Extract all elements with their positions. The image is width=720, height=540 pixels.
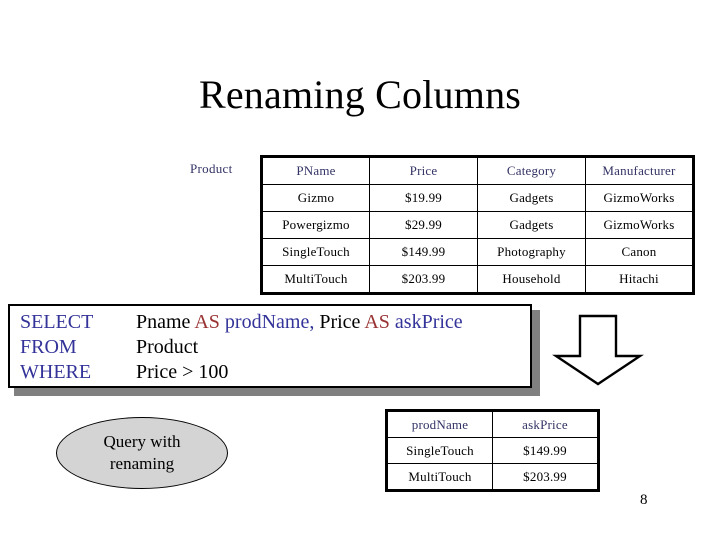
cell-category: Gadgets [477, 184, 586, 212]
cell-price: $19.99 [369, 184, 478, 212]
cell-manufacturer: GizmoWorks [585, 184, 694, 212]
table-row: SingleTouch $149.99 [386, 437, 599, 464]
cell-category: Gadgets [477, 211, 586, 239]
cell-price: $203.99 [369, 265, 478, 294]
table-row: Powergizmo $29.99 Gadgets GizmoWorks [261, 211, 694, 239]
column-header-pname: PName [261, 156, 370, 185]
table-row: MultiTouch $203.99 Household Hitachi [261, 265, 694, 294]
product-relation-label: Product [190, 161, 233, 176]
column-header-askprice: askPrice [492, 410, 599, 438]
cell-askprice: $203.99 [492, 463, 599, 491]
callout-line-2: renaming [109, 454, 175, 473]
table-row: MultiTouch $203.99 [386, 463, 599, 491]
sql-column-price: Price [319, 311, 361, 333]
table-header-row: prodName askPrice [386, 410, 599, 438]
sql-keyword-as-1: AS [194, 311, 220, 333]
sql-line-where: WHERE Price > 100 [20, 360, 463, 385]
sql-alias-prodname: prodName, [224, 311, 315, 333]
cell-pname: MultiTouch [261, 265, 370, 294]
cell-manufacturer: GizmoWorks [585, 211, 694, 239]
column-header-price: Price [369, 156, 478, 185]
column-header-category: Category [477, 156, 586, 185]
sql-query-text: SELECT Pname AS prodName, Price AS askPri… [20, 310, 463, 385]
cell-prodname: MultiTouch [386, 463, 493, 491]
cell-manufacturer: Canon [585, 238, 694, 266]
cell-price: $149.99 [369, 238, 478, 266]
sql-keyword-where: WHERE [20, 361, 92, 383]
cell-prodname: SingleTouch [386, 437, 493, 464]
cell-pname: Gizmo [261, 184, 370, 212]
callout-line-1: Query with [103, 432, 181, 451]
column-header-prodname: prodName [386, 410, 493, 438]
sql-column-pname: Pname [136, 311, 191, 333]
column-header-manufacturer: Manufacturer [585, 156, 694, 185]
sql-condition: Price > 100 [136, 361, 229, 383]
query-callout-ellipse: Query with renaming [56, 417, 228, 489]
page-title: Renaming Columns [198, 72, 522, 117]
cell-manufacturer: Hitachi [585, 265, 694, 294]
sql-line-from: FROM Product [20, 335, 463, 360]
table-row: SingleTouch $149.99 Photography Canon [261, 238, 694, 266]
down-arrow-icon [552, 314, 644, 386]
cell-price: $29.99 [369, 211, 478, 239]
sql-keyword-as-2: AS [364, 311, 390, 333]
sql-query-box: SELECT Pname AS prodName, Price AS askPri… [8, 304, 532, 388]
sql-table-product: Product [136, 336, 199, 358]
sql-alias-askprice: askPrice [394, 311, 463, 333]
cell-category: Photography [477, 238, 586, 266]
page-number: 8 [640, 492, 648, 508]
table-header-row: PName Price Category Manufacturer [261, 156, 694, 185]
cell-pname: SingleTouch [261, 238, 370, 266]
cell-category: Household [477, 265, 586, 294]
sql-keyword-from: FROM [20, 336, 77, 358]
sql-line-select: SELECT Pname AS prodName, Price AS askPri… [20, 310, 463, 335]
table-row: Gizmo $19.99 Gadgets GizmoWorks [261, 184, 694, 212]
cell-askprice: $149.99 [492, 437, 599, 464]
product-table: PName Price Category Manufacturer Gizmo … [260, 155, 695, 295]
sql-keyword-select: SELECT [20, 311, 94, 333]
result-table: prodName askPrice SingleTouch $149.99 Mu… [385, 409, 600, 492]
cell-pname: Powergizmo [261, 211, 370, 239]
